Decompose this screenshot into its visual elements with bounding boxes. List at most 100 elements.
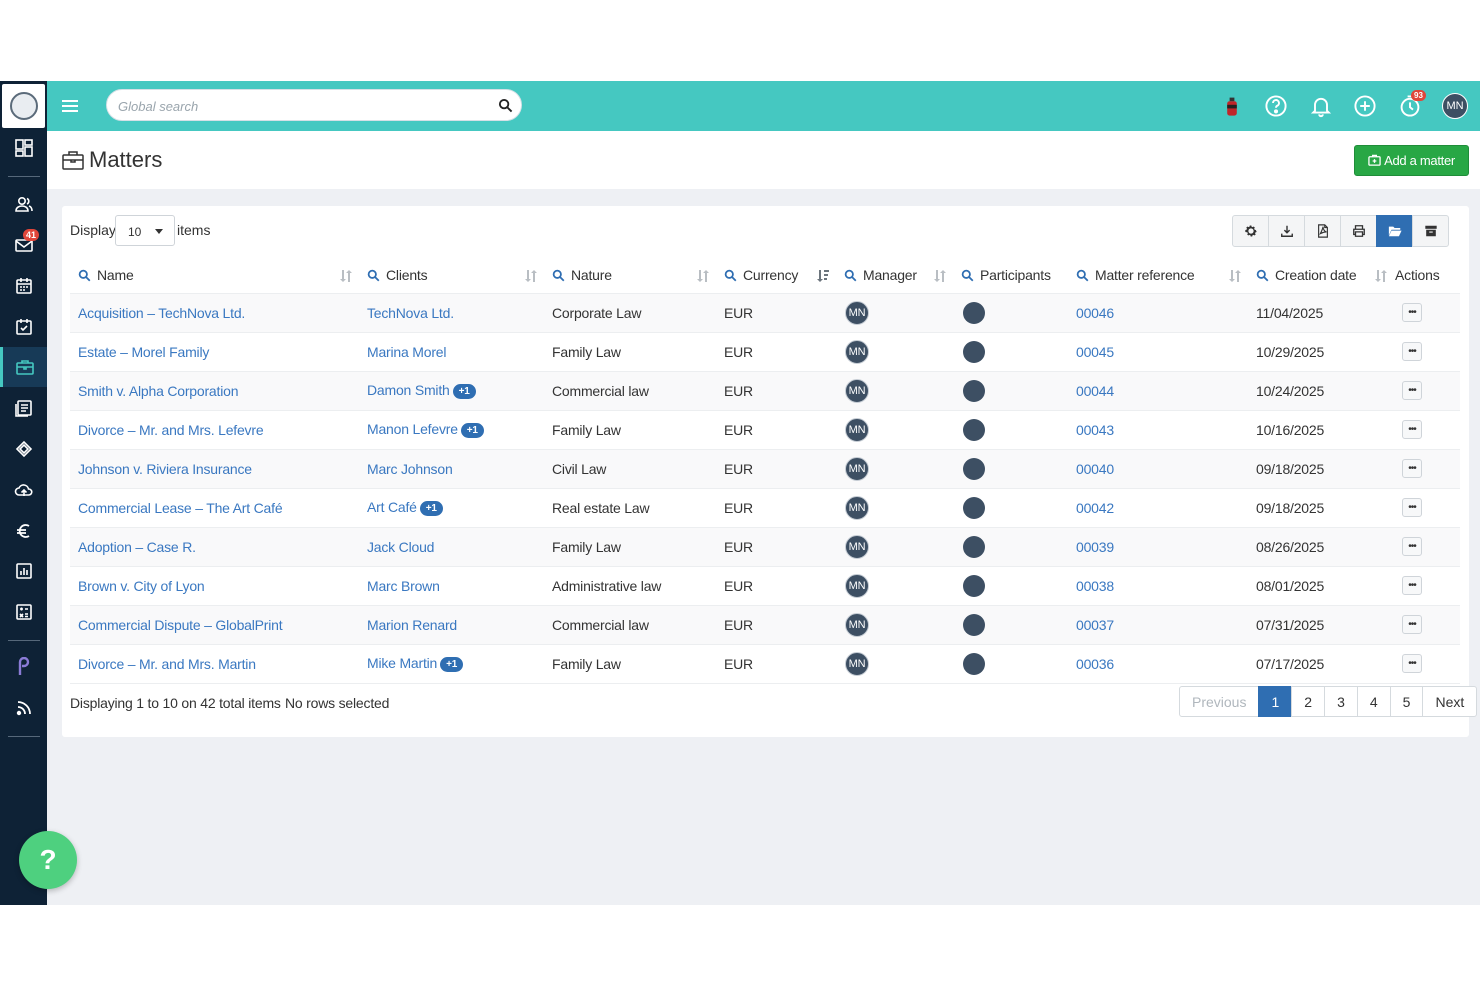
add-matter-button[interactable]: Add a matter: [1354, 145, 1469, 176]
manager-avatar[interactable]: MN: [845, 612, 869, 637]
tasks-icon[interactable]: [0, 307, 47, 347]
cloud-upload-icon[interactable]: [0, 470, 47, 510]
matter-name-link[interactable]: Smith v. Alpha Corporation: [78, 383, 238, 399]
cell-name[interactable]: Adoption – Case R.: [70, 527, 359, 567]
search-icon[interactable]: [78, 269, 91, 282]
client-link[interactable]: Damon Smith: [367, 382, 450, 398]
search-icon[interactable]: [724, 269, 737, 282]
cell-name[interactable]: Smith v. Alpha Corporation: [70, 371, 359, 411]
search-icon[interactable]: [1076, 269, 1089, 282]
menu-toggle-icon[interactable]: [61, 97, 79, 115]
pagination-page-5[interactable]: 5: [1389, 686, 1424, 717]
manager-avatar[interactable]: MN: [845, 300, 869, 325]
cell-name[interactable]: Estate – Morel Family: [70, 332, 359, 372]
pagination-page-1[interactable]: 1: [1258, 686, 1293, 717]
matter-name-link[interactable]: Commercial Lease – The Art Café: [78, 500, 283, 516]
table-row[interactable]: Smith v. Alpha Corporation Damon Smith +1 C…: [70, 371, 1460, 411]
client-link[interactable]: Mike Martin: [367, 655, 437, 671]
row-actions-button[interactable]: •••: [1402, 459, 1422, 478]
contacts-icon[interactable]: [0, 184, 47, 224]
search-icon[interactable]: [552, 269, 565, 282]
column-header-creation-date[interactable]: Creation date: [1248, 258, 1394, 294]
manager-avatar[interactable]: MN: [845, 495, 869, 520]
sort-icon[interactable]: [696, 269, 710, 283]
matter-reference-link[interactable]: 00038: [1076, 578, 1114, 594]
row-actions-button[interactable]: •••: [1402, 498, 1422, 517]
column-header-nature[interactable]: Nature: [544, 258, 716, 294]
cell-name[interactable]: Commercial Lease – The Art Café: [70, 488, 359, 528]
row-actions-button[interactable]: •••: [1402, 342, 1422, 361]
matter-name-link[interactable]: Divorce – Mr. and Mrs. Lefevre: [78, 422, 264, 438]
matter-name-link[interactable]: Commercial Dispute – GlobalPrint: [78, 617, 283, 633]
rss-icon[interactable]: [0, 688, 47, 728]
matter-name-link[interactable]: Adoption – Case R.: [78, 539, 196, 555]
p-app-icon[interactable]: [0, 647, 47, 687]
participant-avatar[interactable]: [963, 574, 985, 597]
export-pdf-button[interactable]: [1304, 215, 1341, 247]
manager-avatar[interactable]: MN: [845, 456, 869, 481]
row-actions-button[interactable]: •••: [1402, 576, 1422, 595]
manager-avatar[interactable]: MN: [845, 378, 869, 403]
table-row[interactable]: Estate – Morel Family Marina Morel Family …: [70, 332, 1460, 372]
reports-icon[interactable]: [0, 551, 47, 591]
deals-icon[interactable]: [0, 429, 47, 469]
help-chat-button[interactable]: ?: [19, 831, 77, 889]
fire-extinguisher-icon[interactable]: [1220, 94, 1244, 118]
column-header-currency[interactable]: Currency: [716, 258, 836, 294]
participant-avatar[interactable]: [963, 457, 985, 480]
row-actions-button[interactable]: •••: [1402, 537, 1422, 556]
matter-reference-link[interactable]: 00044: [1076, 383, 1114, 399]
column-header-manager[interactable]: Manager: [836, 258, 953, 294]
global-search-input[interactable]: [118, 96, 488, 116]
calendar-icon[interactable]: [0, 266, 47, 306]
manager-avatar[interactable]: MN: [845, 534, 869, 559]
page-size-select[interactable]: 10: [115, 215, 175, 246]
archive-button[interactable]: [1412, 215, 1449, 247]
documents-icon[interactable]: [0, 388, 47, 428]
calculator-icon[interactable]: [0, 592, 47, 632]
table-row[interactable]: Brown v. City of Lyon Marc Brown Administr…: [70, 566, 1460, 606]
manager-avatar[interactable]: MN: [845, 651, 869, 676]
matter-reference-link[interactable]: 00046: [1076, 305, 1114, 321]
client-link[interactable]: Jack Cloud: [367, 539, 434, 555]
add-circle-icon[interactable]: [1353, 94, 1377, 118]
extra-clients-badge[interactable]: +1: [460, 423, 484, 438]
matter-reference-link[interactable]: 00037: [1076, 617, 1114, 633]
matters-icon[interactable]: [0, 347, 47, 387]
participant-avatar[interactable]: [963, 652, 985, 675]
client-link[interactable]: Marc Brown: [367, 578, 440, 594]
row-actions-button[interactable]: •••: [1402, 615, 1422, 634]
search-icon[interactable]: [961, 269, 974, 282]
pagination-next[interactable]: Next: [1422, 686, 1478, 717]
cell-name[interactable]: Divorce – Mr. and Mrs. Martin: [70, 644, 359, 684]
matter-reference-link[interactable]: 00042: [1076, 500, 1114, 516]
client-link[interactable]: Art Café: [367, 499, 417, 515]
manager-avatar[interactable]: MN: [845, 573, 869, 598]
row-actions-button[interactable]: •••: [1402, 420, 1422, 439]
matter-name-link[interactable]: Divorce – Mr. and Mrs. Martin: [78, 656, 256, 672]
pagination-page-4[interactable]: 4: [1356, 686, 1391, 717]
column-header-matter-reference[interactable]: Matter reference: [1068, 258, 1248, 294]
print-button[interactable]: [1340, 215, 1377, 247]
search-icon[interactable]: [367, 269, 380, 282]
sort-icon[interactable]: [524, 269, 538, 283]
cell-name[interactable]: Commercial Dispute – GlobalPrint: [70, 605, 359, 645]
user-avatar[interactable]: MN: [1442, 93, 1468, 119]
matter-reference-link[interactable]: 00040: [1076, 461, 1114, 477]
pagination-previous[interactable]: Previous: [1179, 686, 1260, 717]
participant-avatar[interactable]: [963, 301, 985, 324]
cell-name[interactable]: Acquisition – TechNova Ltd.: [70, 293, 359, 333]
dashboard-icon[interactable]: [0, 128, 47, 168]
cell-name[interactable]: Divorce – Mr. and Mrs. Lefevre: [70, 410, 359, 450]
participant-avatar[interactable]: [963, 418, 985, 441]
mail-icon[interactable]: 41: [0, 225, 47, 265]
matter-reference-link[interactable]: 00036: [1076, 656, 1114, 672]
settings-button[interactable]: [1232, 215, 1269, 247]
sort-icon[interactable]: [1228, 269, 1242, 283]
participant-avatar[interactable]: [963, 379, 985, 402]
client-link[interactable]: Marina Morel: [367, 344, 446, 360]
table-row[interactable]: Adoption – Case R. Jack Cloud Family Law EU…: [70, 527, 1460, 567]
client-link[interactable]: TechNova Ltd.: [367, 305, 454, 321]
row-actions-button[interactable]: •••: [1402, 381, 1422, 400]
sort-descending-icon[interactable]: [816, 269, 830, 283]
